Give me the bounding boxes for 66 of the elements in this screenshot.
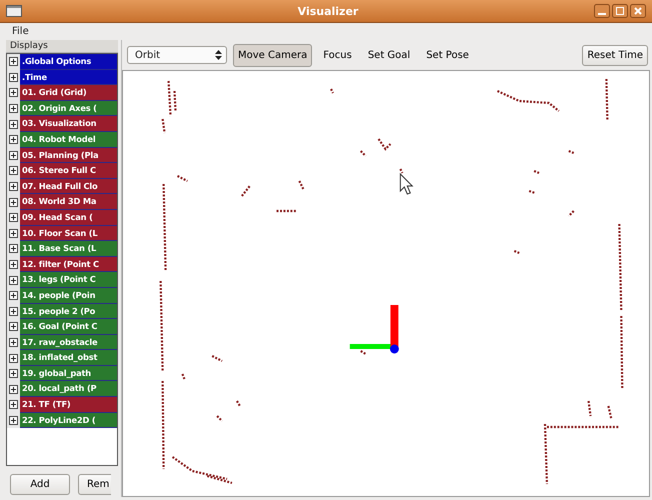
expand-icon[interactable]: [9, 72, 18, 82]
display-item[interactable]: 16. Goal (Point C: [20, 319, 117, 335]
display-item[interactable]: 18. inflated_obst: [20, 350, 117, 366]
display-item[interactable]: 15. people 2 (Po: [20, 304, 117, 320]
expand-icon[interactable]: [9, 166, 18, 176]
panel-button[interactable]: Add: [10, 474, 70, 495]
display-item[interactable]: 12. filter (Point C: [20, 256, 117, 272]
expand-icon[interactable]: [9, 213, 18, 222]
mouse-cursor-icon: [400, 172, 414, 195]
expand-icon[interactable]: [9, 260, 18, 270]
minimize-icon[interactable]: [594, 4, 610, 18]
expand-icon[interactable]: [9, 182, 18, 192]
display-item[interactable]: .Global Options: [20, 54, 117, 70]
display-item[interactable]: 02. Origin Axes (: [20, 100, 117, 116]
panel-heading: Displays: [6, 40, 118, 53]
tool-button[interactable]: Move Camera: [233, 44, 312, 66]
display-item[interactable]: 14. people (Poin: [20, 288, 117, 304]
display-item[interactable]: 20. local_path (P: [20, 381, 117, 398]
expand-icon[interactable]: [9, 322, 18, 332]
display-item[interactable]: 22. PolyLine2D (: [20, 412, 117, 428]
display-item[interactable]: 10. Floor Scan (L: [20, 226, 117, 242]
display-item[interactable]: 19. global_path: [20, 366, 117, 382]
expand-icon[interactable]: [9, 400, 18, 410]
maximize-icon[interactable]: [612, 4, 628, 18]
expand-icon[interactable]: [9, 228, 18, 238]
display-item[interactable]: 04. Robot Model: [20, 132, 117, 148]
display-item[interactable]: 08. World 3D Ma: [20, 194, 117, 210]
expand-icon[interactable]: [9, 104, 18, 114]
display-item[interactable]: 17. raw_obstacle: [20, 334, 117, 350]
axes-drawing: [350, 305, 399, 354]
panel-button[interactable]: Rem: [78, 474, 112, 495]
expand-icon[interactable]: [9, 57, 18, 66]
display-item[interactable]: 03. Visualization: [20, 116, 117, 132]
expand-icon[interactable]: [9, 150, 18, 160]
display-item[interactable]: 09. Head Scan (: [20, 210, 117, 226]
expand-icon[interactable]: [9, 198, 18, 207]
expand-icon[interactable]: [9, 384, 18, 394]
reset-time-button[interactable]: Reset Time: [582, 44, 648, 66]
display-item[interactable]: 06. Stereo Full C: [20, 163, 117, 179]
updown-arrows-icon: [215, 50, 222, 60]
display-item[interactable]: 05. Planning (Pla: [20, 148, 117, 164]
expand-icon[interactable]: [9, 291, 18, 300]
display-item[interactable]: .Time: [20, 70, 117, 86]
display-item[interactable]: 11. Base Scan (L: [20, 241, 117, 257]
display-item[interactable]: 13. legs (Point C: [20, 272, 117, 288]
expand-icon[interactable]: [9, 276, 18, 285]
expand-icon[interactable]: [9, 120, 18, 129]
expand-icon[interactable]: [9, 88, 18, 98]
expand-icon[interactable]: [9, 135, 18, 144]
view-mode-dropdown[interactable]: Orbit: [127, 46, 227, 64]
display-item[interactable]: 07. Head Full Clo: [20, 178, 117, 194]
tool-button[interactable]: Focus: [318, 44, 357, 66]
expand-icon[interactable]: [9, 306, 18, 316]
window-icon: [6, 5, 22, 17]
window-title: Visualizer: [296, 4, 360, 18]
menu-item[interactable]: File: [12, 26, 29, 37]
expand-icon[interactable]: [9, 369, 18, 378]
expand-icon[interactable]: [9, 338, 18, 347]
display-item[interactable]: 21. TF (TF): [20, 397, 117, 413]
expand-icon[interactable]: [9, 244, 18, 254]
tool-button[interactable]: Set Goal: [362, 44, 416, 66]
close-icon[interactable]: [630, 4, 646, 18]
expand-icon[interactable]: [9, 416, 18, 425]
expand-icon[interactable]: [9, 354, 18, 363]
tool-button[interactable]: Set Pose: [421, 44, 474, 66]
display-item[interactable]: 01. Grid (Grid): [20, 85, 117, 101]
